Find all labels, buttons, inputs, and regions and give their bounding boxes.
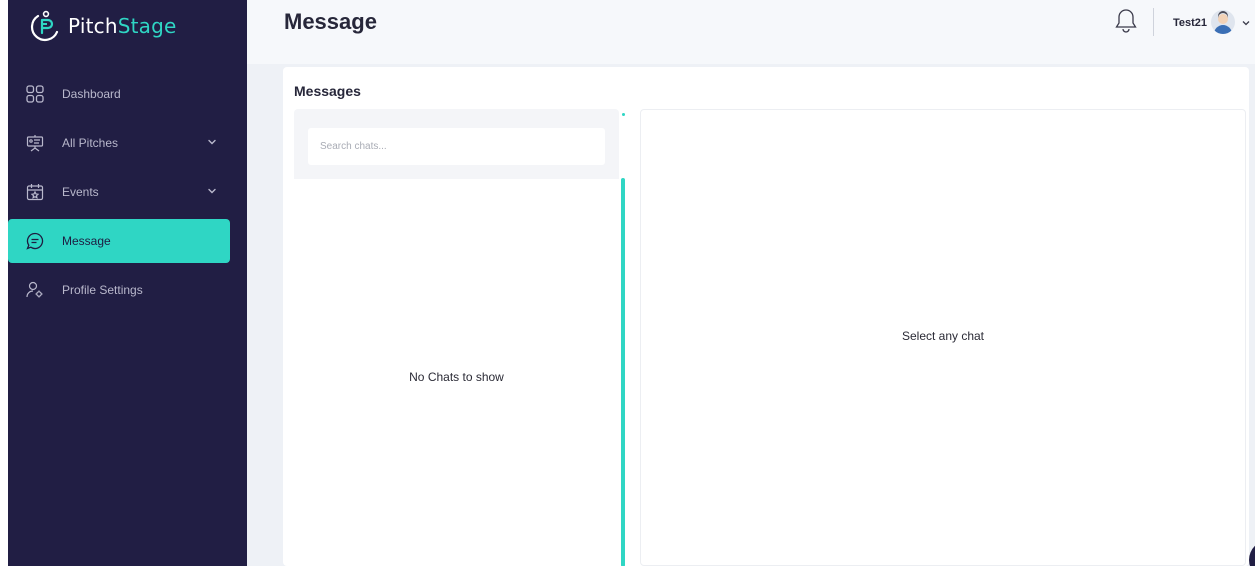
sidebar-item-events[interactable]: Events	[8, 170, 247, 214]
brand-name: PitchStage	[68, 14, 177, 38]
messages-card-title: Messages	[294, 83, 361, 99]
sidebar-item-message[interactable]: Message	[8, 219, 230, 263]
presentation-icon	[26, 134, 44, 152]
user-name[interactable]: Test21	[1173, 17, 1207, 29]
sidebar-item-label: Message	[62, 234, 111, 248]
calendar-icon	[26, 183, 44, 201]
sidebar-item-dashboard[interactable]: Dashboard	[8, 72, 247, 116]
chevron-down-icon[interactable]	[207, 137, 217, 147]
sidebar-nav: Dashboard All Pitches Events Message Pro…	[8, 72, 247, 317]
sidebar: PitchStage Dashboard All Pitches Events …	[8, 0, 247, 566]
pitchstage-logo-icon	[30, 10, 59, 42]
header-divider	[1153, 8, 1154, 36]
sidebar-item-label: Profile Settings	[62, 283, 143, 297]
chat-list-scrollbar[interactable]	[620, 110, 626, 566]
search-input[interactable]	[308, 128, 605, 165]
select-chat-message: Select any chat	[901, 329, 985, 343]
chat-list-body[interactable]: No Chats to show	[294, 179, 619, 566]
avatar-icon[interactable]	[1211, 10, 1235, 34]
chat-list-panel: No Chats to show	[294, 109, 619, 566]
sidebar-item-label: All Pitches	[62, 136, 119, 150]
scrollbar-thumb[interactable]	[621, 178, 625, 566]
grid-icon	[26, 85, 44, 103]
messages-card: Messages No Chats to show Select any cha…	[283, 67, 1249, 566]
chevron-down-icon[interactable]	[207, 186, 217, 196]
sidebar-item-label: Events	[62, 185, 99, 199]
sidebar-item-profile-settings[interactable]: Profile Settings	[8, 268, 247, 312]
sidebar-item-all-pitches[interactable]: All Pitches	[8, 121, 247, 165]
brand-logo[interactable]: PitchStage	[30, 6, 177, 46]
bell-icon[interactable]	[1115, 8, 1137, 34]
chat-conversation-panel: Select any chat	[640, 109, 1246, 566]
empty-chat-list-message: No Chats to show	[409, 370, 504, 384]
scrollbar-top-marker	[622, 113, 625, 116]
main-content: Messages No Chats to show Select any cha…	[247, 64, 1255, 566]
user-settings-icon	[26, 281, 44, 299]
chevron-down-icon[interactable]	[1242, 19, 1250, 27]
page-title: Message	[284, 9, 377, 34]
sidebar-item-label: Dashboard	[62, 87, 121, 101]
topbar: Message Test21	[247, 0, 1255, 64]
search-box	[308, 128, 605, 165]
chat-icon	[26, 232, 44, 250]
